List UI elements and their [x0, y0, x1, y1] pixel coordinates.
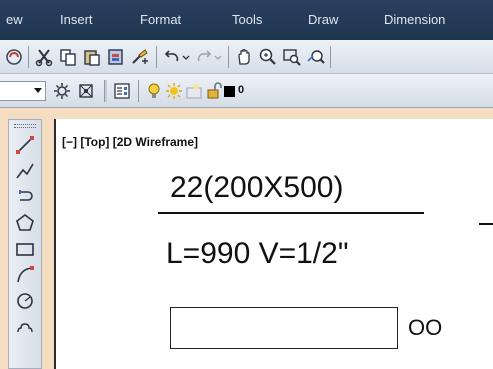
paste-icon[interactable] [82, 47, 102, 67]
drawing-canvas[interactable]: [−] [Top] [2D Wireframe] 22(200X500) L=9… [54, 119, 493, 369]
plot-icon[interactable] [4, 47, 24, 67]
chevron-down-icon [32, 83, 44, 99]
beam-mark-text[interactable]: 22(200X500) [170, 171, 343, 205]
circles-text[interactable]: OO [408, 315, 442, 341]
menu-dimension[interactable]: Dimension [384, 12, 445, 27]
layer-on-bulb-icon[interactable] [144, 81, 164, 101]
cut-icon[interactable] [34, 47, 54, 67]
menu-bar: ew Insert Format Tools Draw Dimension [0, 0, 493, 40]
toolbar-separator [138, 80, 139, 102]
menu-tools[interactable]: Tools [232, 12, 262, 27]
toolbar-separator [228, 46, 229, 68]
zoom-window-icon[interactable] [282, 47, 302, 67]
menu-format[interactable]: Format [140, 12, 181, 27]
match-properties-icon[interactable] [130, 47, 150, 67]
layer-viewport-freeze-icon[interactable] [184, 81, 204, 101]
rectangle-icon[interactable] [14, 238, 36, 260]
pline-arc-icon[interactable] [14, 186, 36, 208]
undo-icon[interactable] [162, 47, 182, 67]
zoom-previous-icon[interactable] [306, 47, 326, 67]
menu-view[interactable]: ew [6, 12, 23, 27]
layer-color-swatch-icon[interactable] [220, 81, 240, 101]
workspace-settings-icon[interactable] [52, 81, 72, 101]
draw-toolbar [8, 119, 42, 369]
toolbar-separator [156, 46, 157, 68]
menu-draw[interactable]: Draw [308, 12, 338, 27]
circle-icon[interactable] [14, 290, 36, 312]
arc-icon[interactable] [14, 264, 36, 286]
paste-special-icon[interactable] [106, 47, 126, 67]
redo-icon[interactable] [194, 47, 214, 67]
polyline-icon[interactable] [14, 160, 36, 182]
partial-line-right[interactable] [479, 223, 493, 225]
workspace-dropdown[interactable] [0, 81, 46, 101]
polygon-icon[interactable] [14, 212, 36, 234]
beam-underline[interactable] [158, 212, 424, 214]
zoom-realtime-icon[interactable] [258, 47, 278, 67]
pan-icon[interactable] [234, 47, 254, 67]
redo-dropdown-icon[interactable] [212, 47, 224, 67]
toolbar-separator [330, 46, 331, 68]
copy-icon[interactable] [58, 47, 78, 67]
undo-dropdown-icon[interactable] [180, 47, 192, 67]
layers-toolbar: 0 [0, 74, 493, 108]
line-icon[interactable] [14, 134, 36, 156]
viewport-controls-label[interactable]: [−] [Top] [2D Wireframe] [62, 135, 198, 149]
revision-cloud-icon[interactable] [14, 316, 36, 338]
layer-states-icon[interactable] [76, 81, 96, 101]
standard-toolbar [0, 40, 493, 74]
beam-detail-text[interactable]: L=990 V=1/2" [166, 237, 348, 271]
menu-insert[interactable]: Insert [60, 12, 93, 27]
layer-thaw-sun-icon[interactable] [164, 81, 184, 101]
section-rectangle[interactable] [170, 307, 398, 349]
toolbar-grip[interactable] [14, 124, 36, 128]
toolbar-grip [104, 80, 107, 102]
layer-properties-icon[interactable] [112, 81, 132, 101]
current-layer-name[interactable]: 0 [238, 84, 244, 96]
toolbar-separator [28, 46, 29, 68]
